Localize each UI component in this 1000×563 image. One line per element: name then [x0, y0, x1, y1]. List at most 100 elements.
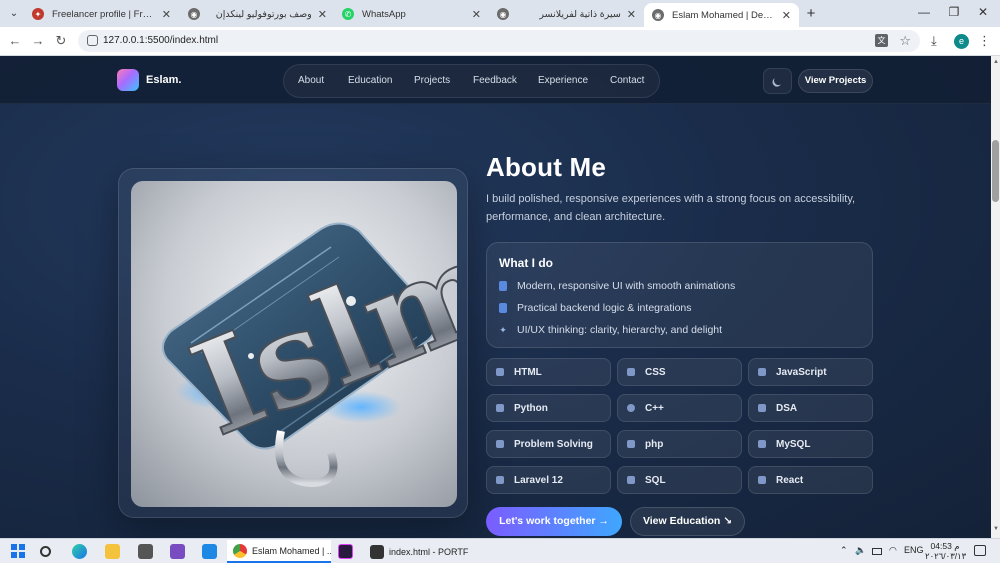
clock-date: ٢٠٢٦/٠٣/١٣ — [925, 551, 967, 561]
forward-arrow-icon[interactable]: → — [30, 33, 46, 49]
sparkle-icon: ✦ — [499, 325, 507, 335]
view-projects-button[interactable]: View Projects — [798, 69, 873, 93]
globe-favicon-icon: ◉ — [652, 9, 664, 21]
phpstorm-icon[interactable] — [338, 544, 353, 559]
logo-mark-icon[interactable] — [117, 69, 139, 91]
scroll-down-icon[interactable]: ▼ — [993, 526, 999, 532]
taskbar-app-chrome[interactable]: Eslam Mohamed | ... — [227, 540, 331, 563]
nav-link-experience[interactable]: Experience — [538, 75, 588, 86]
language-indicator[interactable]: ENG — [904, 545, 924, 555]
main-nav — [283, 64, 660, 98]
nav-link-contact[interactable]: Contact — [610, 75, 644, 86]
system-clock[interactable]: 04:53 م ٢٠٢٦/٠٣/١٣ — [925, 541, 967, 561]
what-i-do-item: ✦ UI/UX thinking: clarity, hierarchy, an… — [499, 324, 723, 336]
file-explorer-icon[interactable] — [105, 544, 120, 559]
calculator-icon[interactable] — [138, 544, 153, 559]
tab-close-icon[interactable]: ✕ — [162, 8, 171, 21]
browser-tab[interactable]: ✆ WhatsApp ✕ — [334, 3, 489, 25]
bookmark-star-icon[interactable]: ☆ — [899, 33, 911, 49]
chrome-icon — [233, 543, 247, 558]
lets-work-together-button[interactable]: Let's work together → — [486, 507, 622, 536]
visual-studio-icon[interactable] — [170, 544, 185, 559]
kebab-menu-icon[interactable]: ⋮ — [978, 33, 991, 49]
globe-favicon-icon: ◉ — [497, 8, 509, 20]
problem-solving-icon — [496, 440, 504, 448]
tab-close-icon[interactable]: ✕ — [782, 9, 791, 22]
scrollbar-thumb[interactable] — [992, 140, 999, 202]
scroll-up-icon[interactable]: ▲ — [993, 59, 999, 65]
mobile-icon — [499, 281, 507, 291]
new-tab-plus-icon[interactable]: + — [803, 5, 819, 22]
page-scrollbar[interactable]: ▲ ▼ — [991, 56, 1000, 538]
profile-avatar[interactable]: e — [954, 34, 969, 49]
skill-chip: Python — [486, 394, 611, 422]
volume-icon[interactable]: 🔈 — [855, 545, 866, 556]
theme-toggle-button[interactable] — [763, 68, 792, 94]
tab-search-chevron-icon[interactable]: ⌄ — [6, 6, 22, 22]
php-icon — [627, 440, 635, 448]
profile-image: Islm — [131, 181, 457, 507]
site-info-icon[interactable] — [87, 35, 98, 46]
browser-tab-strip: ⌄ ✦ Freelancer profile | Freelance Yo ✕ … — [0, 0, 1000, 27]
notification-icon[interactable] — [974, 545, 986, 556]
nav-link-education[interactable]: Education — [348, 75, 392, 86]
search-icon[interactable] — [40, 546, 51, 557]
site-logo[interactable]: Eslam. — [146, 74, 181, 86]
skill-chip: CSS — [617, 358, 742, 386]
sql-icon — [627, 476, 635, 484]
laravel-icon — [496, 476, 504, 484]
tab-close-icon[interactable]: ✕ — [627, 8, 636, 21]
view-education-button[interactable]: View Education ↘ — [630, 507, 745, 536]
url-text[interactable]: 127.0.0.1:5500/index.html — [103, 35, 218, 46]
moon-icon — [773, 75, 785, 87]
browser-tab-active[interactable]: ◉ Eslam Mohamed | Developer Po ✕ — [644, 3, 799, 27]
skill-chip: DSA — [748, 394, 873, 422]
taskbar-app-editor[interactable]: index.html - PORTF... — [364, 540, 468, 563]
what-i-do-item: Practical backend logic & integrations — [499, 302, 692, 314]
vscode-icon[interactable] — [202, 544, 217, 559]
minimize-icon[interactable]: — — [916, 5, 932, 19]
windows-start-icon[interactable] — [11, 544, 26, 559]
what-i-do-item: Modern, responsive UI with smooth animat… — [499, 280, 735, 292]
nav-link-projects[interactable]: Projects — [414, 75, 450, 86]
browser-toolbar: ← → ↻ 127.0.0.1:5500/index.html 文 ☆ — [0, 27, 1000, 56]
javascript-icon — [758, 368, 766, 376]
browser-tab[interactable]: ◉ وصف بورتوفوليو لينكدإن ✕ — [180, 3, 335, 25]
tab-close-icon[interactable]: ✕ — [472, 8, 481, 21]
browser-tab[interactable]: ◉ سيرة ذاتية لفريلانسر ✕ — [489, 3, 644, 25]
download-icon[interactable]: ⤓ — [931, 33, 937, 49]
restore-icon[interactable]: ❐ — [946, 5, 962, 19]
skill-chip: Laravel 12 — [486, 466, 611, 494]
islm-3d-logo-art: Islm — [161, 207, 457, 488]
nav-link-about[interactable]: About — [298, 75, 324, 86]
cpp-icon — [627, 404, 635, 412]
edge-browser-icon[interactable] — [72, 544, 87, 559]
profile-image-card: Islm — [118, 168, 468, 518]
network-icon[interactable]: ◠ — [889, 545, 897, 556]
window-close-icon[interactable]: ✕ — [975, 5, 991, 19]
windows-taskbar: Eslam Mohamed | ... index.html - PORTF..… — [0, 538, 1000, 563]
reload-icon[interactable]: ↻ — [53, 33, 69, 49]
skill-chip: MySQL — [748, 430, 873, 458]
address-bar[interactable]: 127.0.0.1:5500/index.html 文 ☆ — [78, 30, 920, 52]
skill-chip: php — [617, 430, 742, 458]
translate-icon[interactable]: 文 — [875, 34, 888, 47]
tab-close-icon[interactable]: ✕ — [318, 8, 327, 21]
skill-chip: SQL — [617, 466, 742, 494]
back-arrow-icon[interactable]: ← — [7, 33, 23, 49]
mysql-icon — [758, 440, 766, 448]
tab-title: Freelancer profile | Freelance Yo — [52, 8, 156, 20]
what-i-do-card: What I do Modern, responsive UI with smo… — [486, 242, 873, 348]
battery-icon[interactable] — [872, 548, 882, 555]
tab-title: سيرة ذاتية لفريلانسر — [539, 8, 621, 20]
about-title: About Me — [486, 152, 607, 182]
tab-title: Eslam Mohamed | Developer Po — [672, 9, 776, 21]
whatsapp-favicon-icon: ✆ — [342, 8, 354, 20]
browser-tab[interactable]: ✦ Freelancer profile | Freelance Yo ✕ — [24, 3, 179, 25]
tray-expand-icon[interactable]: ⌃ — [840, 545, 848, 556]
react-icon — [758, 476, 766, 484]
css-icon — [627, 368, 635, 376]
dsa-icon — [758, 404, 766, 412]
sublime-text-icon — [370, 544, 384, 559]
nav-link-feedback[interactable]: Feedback — [473, 75, 517, 86]
